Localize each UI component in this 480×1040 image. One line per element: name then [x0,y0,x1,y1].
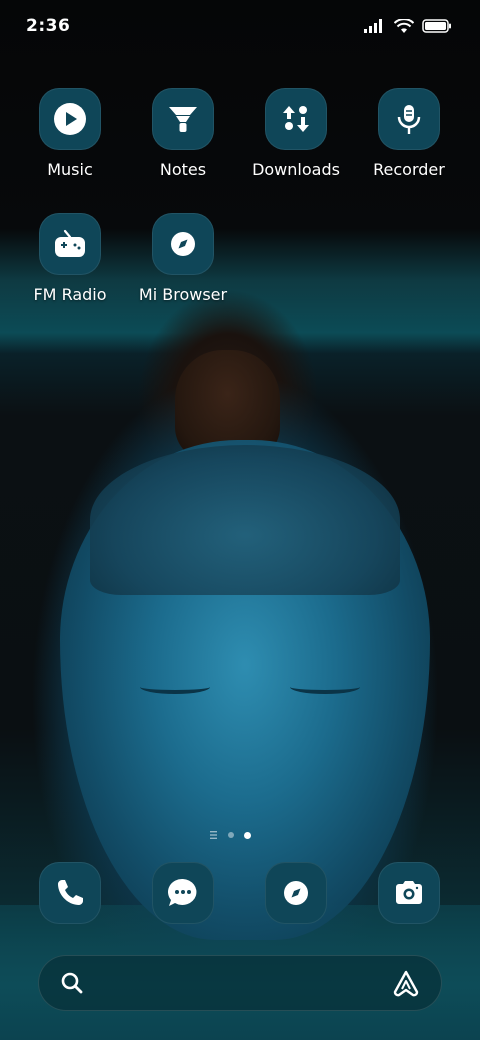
wallpaper-statue-crown [90,445,400,595]
app-mi-browser[interactable]: Mi Browser [128,213,238,304]
status-bar: 2:36 [0,0,480,52]
app-icon[interactable] [152,88,214,150]
signal-icon [364,19,382,33]
page-indicator[interactable] [200,829,260,841]
app-music[interactable]: Music [15,88,125,179]
dock-phone[interactable] [39,862,101,924]
app-notes[interactable]: Notes [128,88,238,179]
app-label: FM Radio [33,285,107,304]
app-icon[interactable] [378,88,440,150]
assistant-icon[interactable] [391,969,421,997]
app-label: Notes [159,160,207,179]
page-list-icon [209,831,217,839]
battery-icon [422,19,451,33]
camera-icon [396,881,422,904]
dock-messages[interactable] [152,862,214,924]
phone-icon [58,880,83,905]
play-icon [54,103,86,135]
app-icon[interactable] [152,213,214,275]
app-downloads[interactable]: Downloads [241,88,351,179]
wifi-icon [394,18,414,33]
compass-icon [284,881,308,905]
compass-icon [171,232,195,256]
search-bar[interactable] [38,955,442,1011]
app-icon[interactable] [39,88,101,150]
status-icons [364,18,452,34]
wallpaper-statue-eye [290,680,360,694]
page-dot-inactive [227,832,234,838]
search-icon [61,972,83,994]
app-label: Recorder [373,160,445,179]
dock [0,862,480,924]
page-dot-active [243,831,251,839]
download-arrows-icon [283,106,309,132]
dock-browser[interactable] [265,862,327,924]
wallpaper-statue-eye [140,680,210,694]
app-recorder[interactable]: Recorder [354,88,464,179]
app-label: Music [47,160,93,179]
app-icon[interactable] [39,213,101,275]
notes-icon [169,107,197,132]
app-label: Downloads [252,160,340,179]
status-time: 2:36 [26,16,71,36]
dock-camera[interactable] [378,862,440,924]
messages-icon [168,878,197,906]
app-icon[interactable] [265,88,327,150]
microphone-icon [397,105,421,134]
radio-icon [55,229,85,257]
app-fm-radio[interactable]: FM Radio [15,213,125,304]
app-label: Mi Browser [138,285,228,304]
